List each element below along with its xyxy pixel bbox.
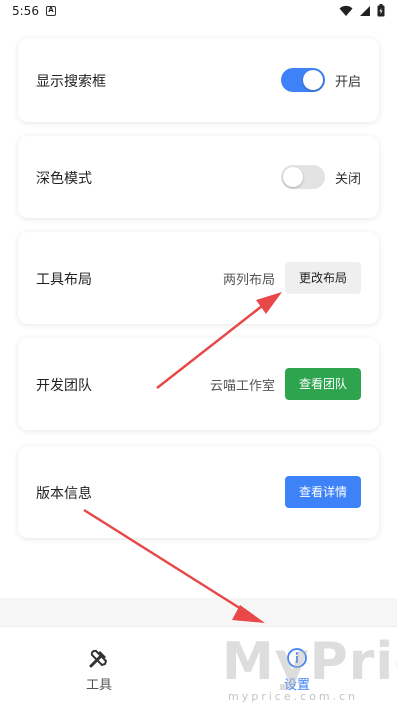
search-box-label: 显示搜索框 xyxy=(36,74,106,90)
version-setting-card: 版本信息 查看详情 xyxy=(18,446,379,538)
watermark-domain: myprice.com.cn xyxy=(228,690,359,703)
dark-mode-setting-card: 深色模式 关闭 xyxy=(18,136,379,218)
watermark-logo: MyPrice xyxy=(222,632,397,692)
signal-icon xyxy=(360,5,370,16)
battery-icon xyxy=(377,4,385,17)
dark-mode-state: 关闭 xyxy=(334,171,361,187)
notification-icon: A xyxy=(46,6,56,16)
tool-layout-value: 两列布局 xyxy=(222,272,275,288)
dev-team-value: 云喵工作室 xyxy=(209,378,275,394)
search-box-setting-card: 显示搜索框 开启 xyxy=(18,38,379,122)
tools-icon xyxy=(89,649,108,668)
view-team-button[interactable]: 查看团队 xyxy=(284,368,361,400)
tool-layout-setting-card: 工具布局 两列布局 更改布局 xyxy=(18,232,379,324)
wifi-icon xyxy=(339,5,353,16)
search-box-state: 开启 xyxy=(334,74,361,90)
tool-layout-label: 工具布局 xyxy=(36,272,92,288)
dev-team-setting-card: 开发团队 云喵工作室 查看团队 xyxy=(18,338,379,430)
dev-team-label: 开发团队 xyxy=(36,378,92,394)
status-icons xyxy=(339,4,385,17)
status-time: 5:56 xyxy=(12,4,39,18)
toggle-knob xyxy=(282,167,303,187)
dark-mode-toggle[interactable] xyxy=(280,165,325,189)
view-details-button[interactable]: 查看详情 xyxy=(284,476,361,508)
content-bottom-divider xyxy=(0,598,397,626)
dark-mode-label: 深色模式 xyxy=(36,171,92,187)
toggle-knob xyxy=(302,70,323,90)
search-box-toggle[interactable] xyxy=(280,68,325,92)
version-label: 版本信息 xyxy=(36,486,92,502)
status-bar: 5:56 A xyxy=(0,0,397,24)
change-layout-button[interactable]: 更改布局 xyxy=(284,262,361,294)
tab-tools[interactable]: 工具 xyxy=(0,627,198,705)
tab-tools-label: 工具 xyxy=(85,678,112,693)
settings-list[interactable]: 显示搜索框 开启 深色模式 关闭 工具布局 两列布局 更改布局 开发团队 云喵工… xyxy=(0,24,397,598)
